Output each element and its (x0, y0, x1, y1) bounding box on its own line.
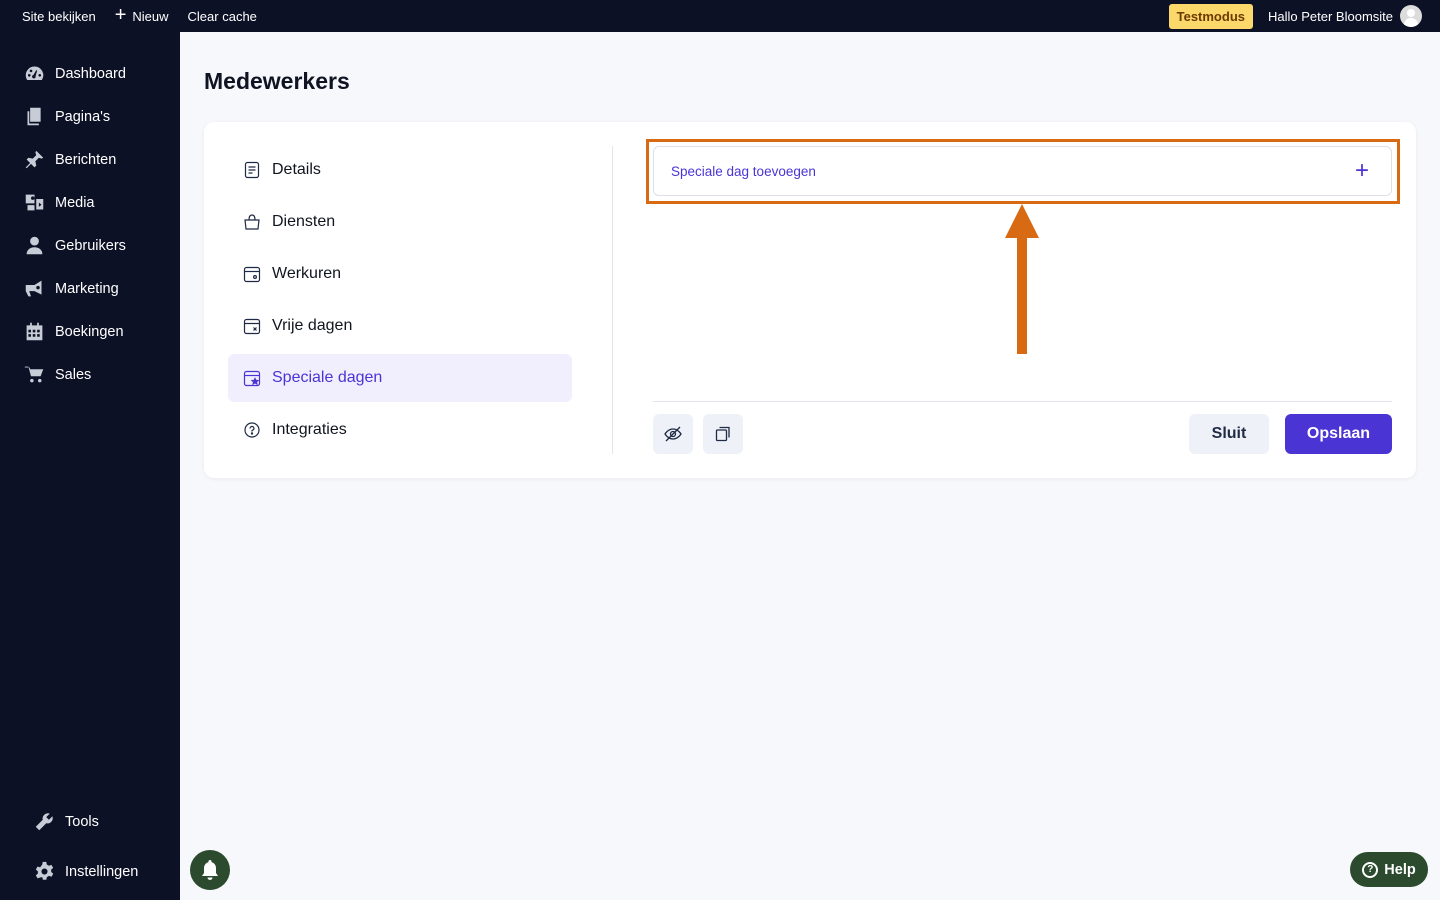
integration-icon (244, 422, 260, 438)
new-label: Nieuw (132, 8, 169, 24)
calendar-icon (26, 322, 43, 341)
sidebar-item-label: Instellingen (65, 863, 139, 880)
toggle-visibility-button[interactable] (653, 414, 693, 454)
user-icon (26, 236, 43, 255)
sidebar-item-settings[interactable]: Instellingen (34, 861, 138, 882)
tab-label: Integraties (272, 421, 347, 438)
calendar-clock-icon (243, 266, 261, 283)
question-icon: ? (1362, 861, 1379, 878)
tab-integrations[interactable]: Integraties (228, 406, 572, 454)
sidebar-item-label: Berichten (55, 151, 117, 168)
tab-label: Speciale dagen (272, 369, 383, 386)
sidebar-item-dashboard[interactable]: Dashboard (24, 63, 126, 84)
page-title: Medewerkers (204, 68, 350, 94)
close-button[interactable]: Sluit (1189, 414, 1269, 454)
sidebar-item-label: Sales (55, 366, 92, 383)
footer-divider (653, 401, 1392, 402)
tab-label: Diensten (272, 213, 336, 230)
view-site-label: Site bekijken (22, 8, 96, 24)
save-button[interactable]: Opslaan (1285, 414, 1392, 454)
notifications-button[interactable] (190, 850, 230, 890)
sidebar-item-media[interactable]: Media (24, 192, 95, 213)
vertical-divider (612, 146, 613, 454)
sidebar-item-label: Marketing (55, 280, 119, 297)
sidebar-item-label: Media (55, 194, 95, 211)
plus-icon: + (1354, 157, 1369, 184)
sidebar: Dashboard Pagina's Berichten Media Gebru… (0, 32, 180, 900)
plus-icon: + (114, 3, 127, 26)
sidebar-item-sales[interactable]: Sales (24, 364, 91, 385)
dashboard-icon (25, 66, 44, 80)
calendar-x-icon (243, 318, 261, 335)
sidebar-item-posts[interactable]: Berichten (24, 149, 116, 170)
eye-off-icon (664, 426, 682, 442)
sidebar-item-label: Boekingen (55, 323, 124, 340)
sidebar-item-label: Tools (65, 813, 99, 830)
avatar[interactable] (1400, 5, 1422, 27)
calendar-star-icon (243, 370, 261, 387)
pin-icon (25, 150, 44, 169)
tab-label: Details (272, 161, 321, 178)
sidebar-item-label: Pagina's (55, 108, 111, 125)
gear-icon (35, 861, 54, 880)
add-special-day-label: Speciale dag toevoegen (671, 163, 816, 179)
settings-tabs: Details Diensten Werkuren Vrije dagen Sp… (228, 146, 572, 458)
media-icon (25, 194, 44, 211)
sidebar-item-bookings[interactable]: Boekingen (24, 321, 124, 342)
sidebar-item-tools[interactable]: Tools (34, 811, 99, 832)
document-icon (244, 161, 260, 179)
annotation-arrow-shaft (1017, 232, 1027, 354)
bag-icon (244, 214, 260, 230)
megaphone-icon (25, 280, 42, 297)
employee-settings-card: Details Diensten Werkuren Vrije dagen Sp… (204, 122, 1416, 478)
clear-cache-label: Clear cache (187, 8, 257, 24)
tab-services[interactable]: Diensten (228, 198, 572, 246)
sidebar-item-users[interactable]: Gebruikers (24, 235, 126, 256)
sidebar-item-label: Gebruikers (55, 237, 126, 254)
tab-details[interactable]: Details (228, 146, 572, 194)
duplicate-button[interactable] (703, 414, 743, 454)
sidebar-item-pages[interactable]: Pagina's (24, 106, 110, 127)
cart-icon (24, 366, 44, 383)
tab-label: Vrije dagen (272, 317, 353, 334)
admin-top-bar: Site bekijken + Nieuw Clear cache Testmod… (0, 0, 1440, 32)
bell-icon (202, 860, 218, 880)
test-mode-badge: Testmodus (1168, 3, 1253, 29)
user-greeting[interactable]: Hallo Peter Bloomsite (1268, 9, 1393, 24)
help-button[interactable]: ? Help (1350, 852, 1428, 887)
tab-days-off[interactable]: Vrije dagen (228, 302, 572, 350)
sidebar-item-label: Dashboard (55, 65, 126, 82)
tab-working-hours[interactable]: Werkuren (228, 250, 572, 298)
pages-icon (27, 107, 41, 126)
wrench-icon (35, 813, 53, 831)
tab-special-days[interactable]: Speciale dagen (228, 354, 572, 402)
view-site-link[interactable]: Site bekijken (22, 9, 96, 24)
sidebar-item-marketing[interactable]: Marketing (24, 278, 119, 299)
help-label: Help (1384, 861, 1416, 878)
tab-label: Werkuren (272, 265, 342, 282)
new-button[interactable]: + Nieuw (114, 3, 169, 26)
add-special-day-button[interactable]: Speciale dag toevoegen + (653, 146, 1392, 196)
clear-cache-link[interactable]: Clear cache (188, 9, 257, 24)
copy-icon (715, 426, 730, 442)
